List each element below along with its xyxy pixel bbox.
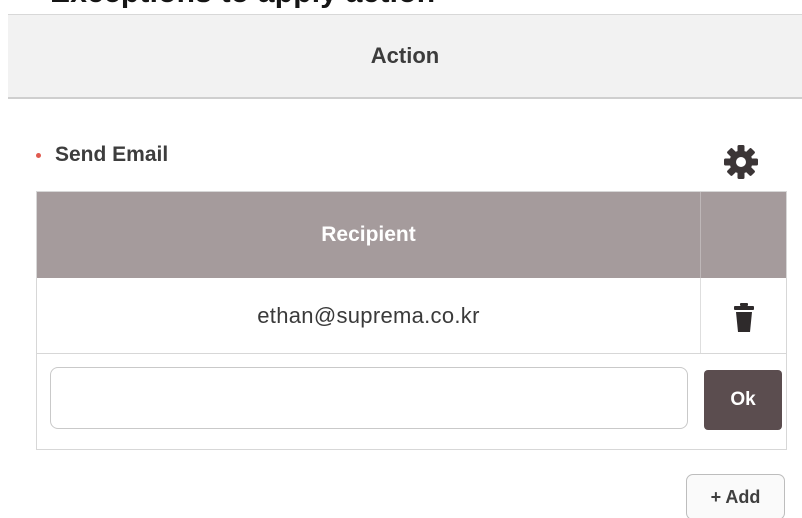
table-header: Recipient [37, 192, 786, 278]
send-email-section: Send Email [36, 143, 168, 167]
action-header: Action [8, 14, 802, 99]
table-row: ethan@suprema.co.kr [37, 278, 786, 354]
column-divider [700, 192, 701, 278]
column-divider [700, 278, 701, 353]
trash-icon-graphic [734, 303, 754, 332]
recipient-table: Recipient ethan@suprema.co.kr Ok [36, 191, 787, 450]
trash-icon[interactable] [730, 302, 758, 334]
recipient-column-header: Recipient [321, 223, 416, 246]
gear-icon-graphic [724, 145, 758, 179]
ok-button[interactable]: Ok [704, 370, 782, 430]
recipient-email: ethan@suprema.co.kr [257, 302, 480, 328]
add-recipient-row: Ok [37, 354, 786, 449]
stage: Exceptions to apply action Action Send E… [0, 0, 802, 518]
recipient-email-input[interactable] [50, 367, 688, 429]
send-email-label: Send Email [55, 143, 169, 166]
add-button[interactable]: + Add [686, 474, 785, 518]
required-bullet [36, 152, 41, 158]
page-heading: Exceptions to apply action [50, 0, 435, 10]
gear-icon[interactable] [722, 143, 760, 181]
action-header-label: Action [370, 43, 440, 68]
